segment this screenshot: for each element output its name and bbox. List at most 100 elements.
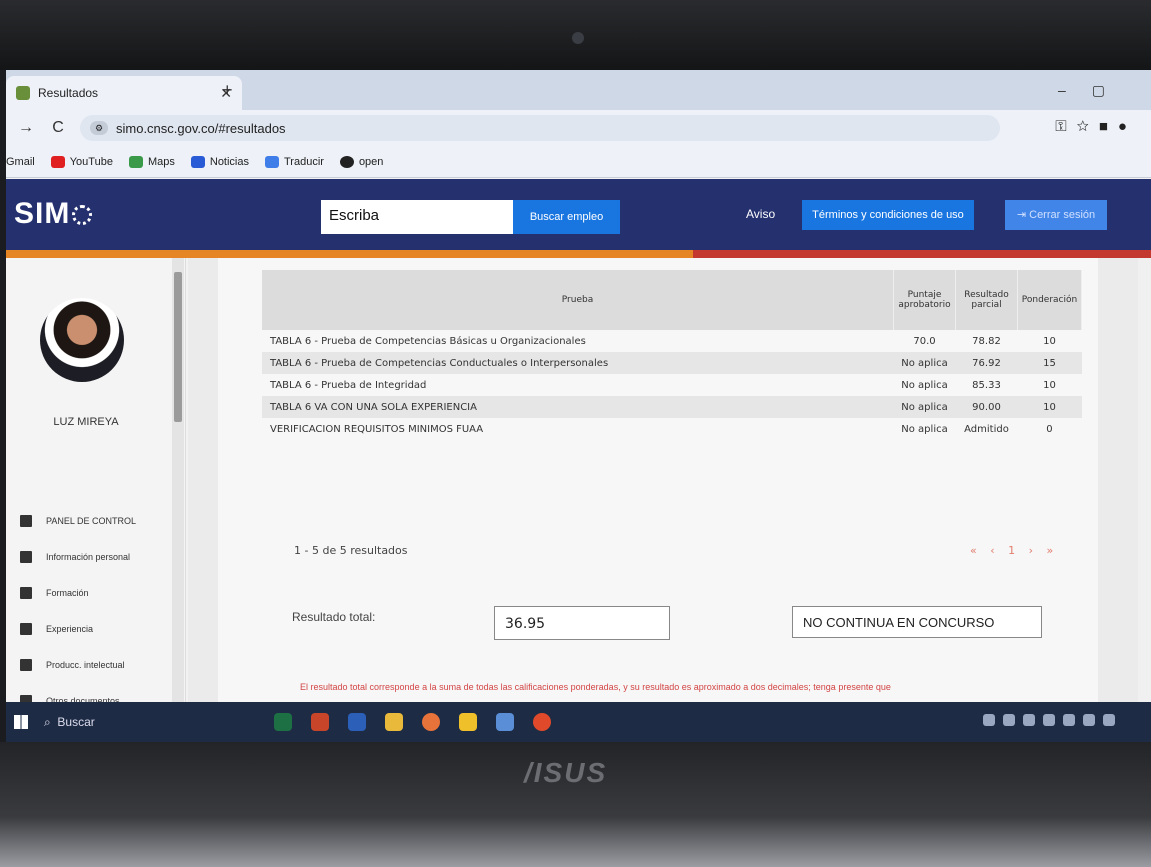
bookmark-youtube[interactable]: YouTube <box>50 155 113 168</box>
browser-tab[interactable]: Resultados ✕ <box>6 76 242 110</box>
word-icon[interactable] <box>348 713 366 731</box>
bookmark-open[interactable]: open <box>339 155 383 168</box>
tray-icon[interactable] <box>1003 714 1015 726</box>
results-panel: Prueba Puntaje aprobatorio Resultado par… <box>218 258 1098 702</box>
table-row: VERIFICACION REQUISITOS MINIMOS FUAA No … <box>262 418 1082 440</box>
simo-header: SIM Escriba Buscar empleo Aviso Términos… <box>6 179 1151 250</box>
tab-title: Resultados <box>38 86 99 100</box>
site-settings-icon[interactable]: ⚙ <box>90 121 108 135</box>
simo-logo[interactable]: SIM <box>14 197 93 231</box>
address-icons[interactable]: ⚿☆■● <box>1055 118 1137 135</box>
app2-icon[interactable] <box>496 713 514 731</box>
chrome-icon[interactable] <box>533 713 551 731</box>
dashboard-icon <box>20 515 32 527</box>
address-bar-row: → C ⚙ simo.cnsc.gov.co/#resultados <box>6 110 1151 146</box>
windows-start-icon[interactable] <box>14 715 28 729</box>
cell-prueba: TABLA 6 - Prueba de Competencias Conduct… <box>262 352 894 374</box>
powerpoint-icon[interactable] <box>311 713 329 731</box>
url-field[interactable]: ⚙ simo.cnsc.gov.co/#resultados <box>80 115 1000 141</box>
bookmark-traducir[interactable]: Traducir <box>265 155 324 168</box>
cell-puntaje: No aplica <box>901 379 948 391</box>
webcam <box>572 32 584 44</box>
sidebar-item-experiencia[interactable]: Experiencia <box>20 611 170 647</box>
bookmarks-bar: Gmail YouTube Maps Noticias Traducir ope… <box>6 146 1151 178</box>
sidebar-item-formacion[interactable]: Formación <box>20 575 170 611</box>
col-resultado: Resultado parcial <box>955 270 1018 330</box>
laptop-brand: /ISUS <box>524 757 608 788</box>
cell-prueba: TABLA 6 VA CON UNA SOLA EXPERIENCIA <box>262 396 894 418</box>
sidebar-item-produccion[interactable]: Producc. intelectual <box>20 647 170 683</box>
sidebar-item-personal[interactable]: Información personal <box>20 539 170 575</box>
cell-resultado: 78.82 <box>972 335 1001 347</box>
sidebar-item-panel[interactable]: PANEL DE CONTROL <box>20 503 170 539</box>
youtube-icon <box>50 155 65 168</box>
url-text: simo.cnsc.gov.co/#resultados <box>116 120 286 136</box>
search-icon: ⌕ <box>44 714 58 729</box>
window-controls[interactable]: –▢ <box>1058 82 1131 99</box>
status-value: NO CONTINUA EN CONCURSO <box>792 606 1042 638</box>
avatar <box>40 298 124 382</box>
excel-icon[interactable] <box>274 713 292 731</box>
bookmark-noticias[interactable]: Noticias <box>190 155 249 168</box>
search-input[interactable]: Escriba <box>321 200 513 234</box>
total-label: Resultado total: <box>292 610 376 624</box>
battery-icon[interactable] <box>1083 714 1095 726</box>
tray-icon[interactable] <box>1023 714 1035 726</box>
laptop-bezel-top <box>0 0 1151 70</box>
sidebar-scroll-thumb[interactable] <box>174 272 182 422</box>
cell-ponderacion: 10 <box>1017 396 1082 418</box>
pagination-info: 1 - 5 de 5 resultados <box>294 544 408 557</box>
briefcase-icon <box>20 623 32 635</box>
cell-puntaje: No aplica <box>893 396 956 418</box>
taskbar-search[interactable]: ⌕ Buscar <box>44 707 224 737</box>
cell-puntaje: No aplica <box>893 352 956 374</box>
result-note: El resultado total corresponde a la suma… <box>300 682 891 692</box>
translate-icon <box>265 155 279 168</box>
book-icon <box>20 659 32 671</box>
bookmark-gmail[interactable]: Gmail <box>6 156 35 168</box>
cell-resultado: 90.00 <box>955 396 1018 418</box>
pagination-controls[interactable]: « ‹ 1 › » <box>970 544 1058 557</box>
reload-icon[interactable]: C <box>46 119 70 137</box>
tray-icon[interactable] <box>1043 714 1055 726</box>
col-ponderacion: Ponderación <box>1017 270 1083 330</box>
table-row: TABLA 6 - Prueba de Integridad No aplica… <box>262 374 1082 396</box>
app-icon[interactable] <box>422 713 440 731</box>
bookmark-maps[interactable]: Maps <box>128 155 175 168</box>
table-row: TABLA 6 VA CON UNA SOLA EXPERIENCIA No a… <box>262 396 1082 418</box>
col-puntaje: Puntaje aprobatorio <box>893 270 956 330</box>
forward-icon[interactable]: → <box>14 119 38 137</box>
cell-ponderacion: 10 <box>1043 379 1056 391</box>
volume-icon[interactable] <box>1103 714 1115 726</box>
terms-button[interactable]: Términos y condiciones de uso <box>802 200 974 230</box>
tray-icon[interactable] <box>983 714 995 726</box>
cell-puntaje: 70.0 <box>913 335 936 347</box>
store-icon[interactable] <box>459 713 477 731</box>
results-table: Prueba Puntaje aprobatorio Resultado par… <box>262 270 1083 440</box>
cell-prueba: TABLA 6 - Prueba de Competencias Básicas… <box>270 335 586 347</box>
total-value: 36.95 <box>494 606 670 640</box>
favicon-icon <box>16 86 30 100</box>
main-scrollbar[interactable] <box>1138 258 1151 702</box>
new-tab-icon[interactable]: + <box>222 80 233 101</box>
table-row: TABLA 6 - Prueba de Competencias Básicas… <box>262 330 1082 352</box>
folder-icon[interactable] <box>385 713 403 731</box>
cell-puntaje: No aplica <box>901 423 948 435</box>
cell-ponderacion: 15 <box>1017 352 1082 374</box>
news-icon <box>190 155 205 168</box>
wifi-icon[interactable] <box>1063 714 1075 726</box>
aviso-link[interactable]: Aviso <box>746 207 775 221</box>
maps-icon <box>128 155 143 168</box>
logout-button[interactable]: ⇥ Cerrar sesión <box>1005 200 1107 230</box>
system-tray <box>983 714 1123 726</box>
search-button[interactable]: Buscar empleo <box>513 200 620 234</box>
tab-bar: Resultados ✕ + –▢ <box>6 70 1151 110</box>
cell-ponderacion: 0 <box>1046 423 1053 435</box>
people-icon <box>20 551 32 563</box>
sidebar-menu: PANEL DE CONTROL Información personal Fo… <box>20 503 170 719</box>
sidebar-scrollbar[interactable] <box>172 258 184 702</box>
globe-icon <box>339 155 354 168</box>
main-content: Prueba Puntaje aprobatorio Resultado par… <box>188 258 1151 702</box>
col-prueba: Prueba <box>262 270 895 330</box>
table-header-row: Prueba Puntaje aprobatorio Resultado par… <box>262 270 1083 330</box>
